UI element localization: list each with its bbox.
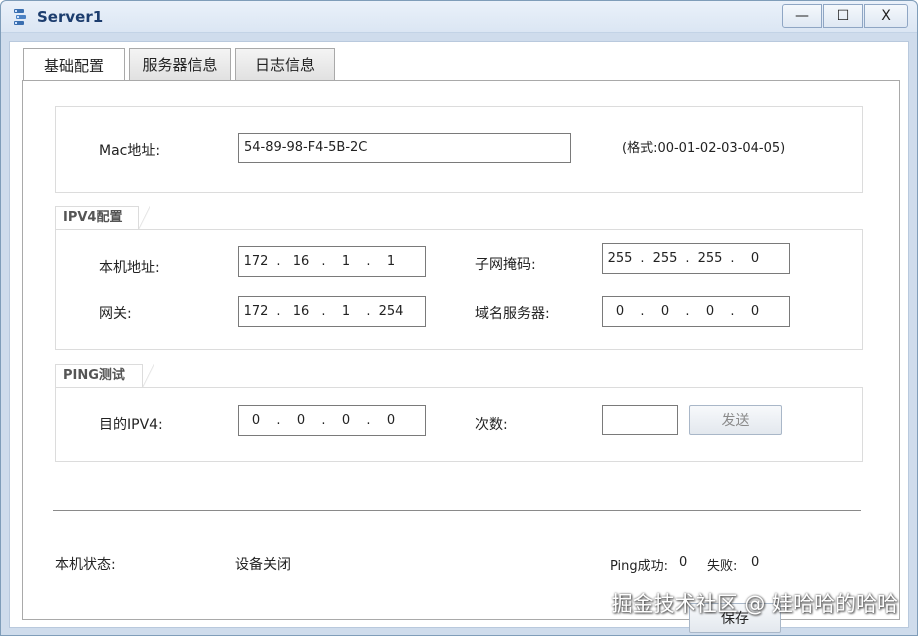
tab-server-info[interactable]: 服务器信息 (129, 48, 231, 80)
close-icon: X (881, 8, 891, 24)
ping-section-title: PING测试 (55, 364, 154, 388)
fail-label: 失败: (707, 559, 738, 574)
dest-ipv4-label: 目的IPV4: (99, 417, 163, 433)
fail-count: 0 (751, 555, 760, 570)
dest-ipv4-input[interactable]: 0. 0. 0. 0 (238, 405, 426, 436)
send-button[interactable]: 发送 (689, 405, 782, 435)
count-input[interactable] (602, 405, 678, 435)
local-address-input[interactable]: 172. 16. 1. 1 (238, 246, 426, 277)
gateway-input[interactable]: 172. 16. 1. 254 (238, 296, 426, 327)
tab-log-info[interactable]: 日志信息 (235, 48, 335, 80)
local-address-label: 本机地址: (99, 260, 160, 276)
title-bar[interactable]: Server1 — ☐ X (1, 1, 917, 33)
maximize-icon: ☐ (836, 8, 850, 24)
mac-address-input[interactable]: 54-89-98-F4-5B-2C (238, 133, 571, 163)
window-title: Server1 (37, 8, 104, 26)
minimize-button[interactable]: — (782, 4, 822, 28)
client-area: 基础配置 服务器信息 日志信息 Mac地址: 54-89-98-F4-5B-2C… (9, 41, 909, 633)
tab-content-basic-config: Mac地址: 54-89-98-F4-5B-2C (格式:00-01-02-03… (22, 80, 900, 633)
status-label: 本机状态: (55, 557, 116, 573)
dns-server-label: 域名服务器: (475, 306, 550, 322)
minimize-icon: — (795, 8, 809, 24)
mac-format-hint: (格式:00-01-02-03-04-05) (622, 141, 786, 156)
tab-basic-config[interactable]: 基础配置 (23, 48, 125, 81)
mac-label: Mac地址: (99, 143, 161, 159)
close-button[interactable]: X (864, 4, 908, 28)
ipv4-section-title: IPV4配置 (55, 206, 150, 230)
subnet-mask-label: 子网掩码: (475, 257, 536, 273)
mac-panel: Mac地址: 54-89-98-F4-5B-2C (格式:00-01-02-03… (55, 106, 863, 193)
ping-panel: 目的IPV4: 0. 0. 0. 0 次数: 发送 (55, 387, 863, 462)
ipv4-panel: 本机地址: 172. 16. 1. 1 子网掩码: 255. 255. 255.… (55, 229, 863, 350)
status-divider (53, 510, 861, 511)
gateway-label: 网关: (99, 306, 132, 322)
status-value: 设备关闭 (235, 557, 291, 573)
ping-success-label: Ping成功: (610, 559, 669, 574)
server-window: Server1 — ☐ X 基础配置 服务器信息 日志信息 Mac地址: 54-… (0, 0, 918, 636)
count-label: 次数: (475, 417, 508, 433)
subnet-mask-input[interactable]: 255. 255. 255. 0 (602, 243, 790, 274)
maximize-button[interactable]: ☐ (823, 4, 863, 28)
dns-server-input[interactable]: 0. 0. 0. 0 (602, 296, 790, 327)
watermark: 掘金技术社区 @ 娃哈哈的哈哈 (611, 592, 898, 616)
server-app-icon (14, 9, 26, 25)
ping-success-count: 0 (679, 555, 688, 570)
